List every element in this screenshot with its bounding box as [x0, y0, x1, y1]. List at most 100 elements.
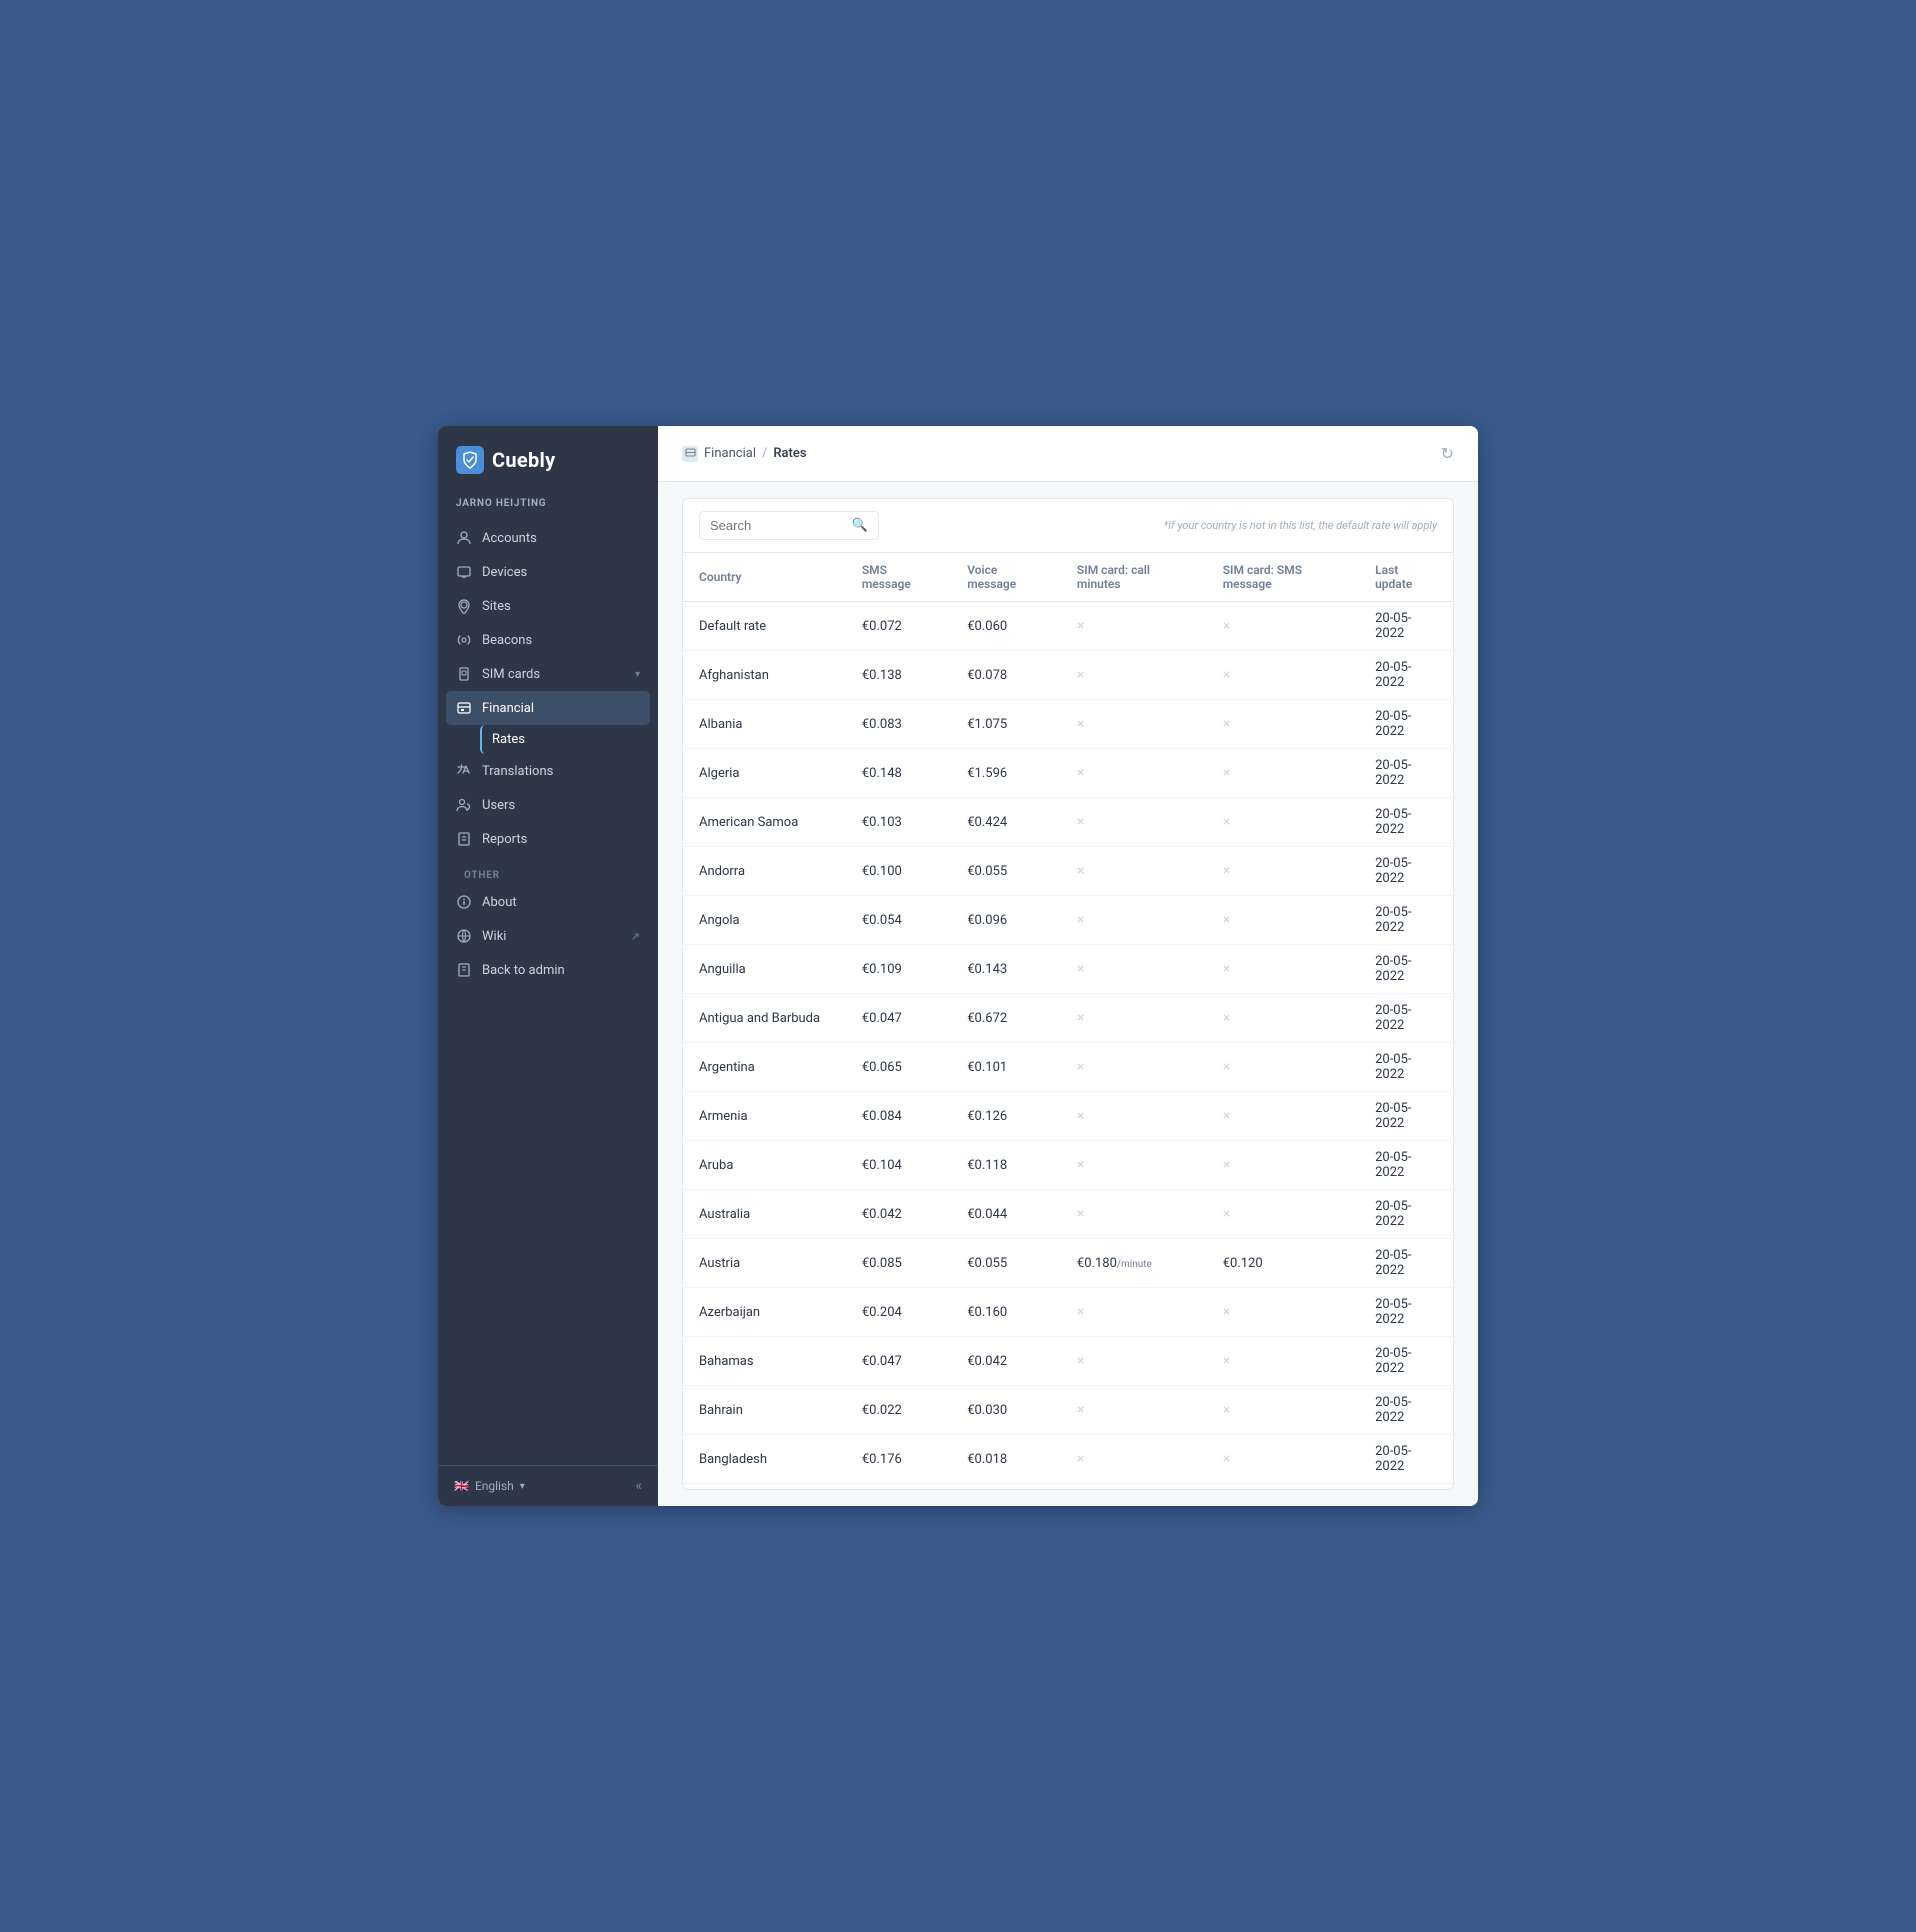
cell-sim-call: ×	[1061, 1288, 1207, 1337]
sidebar-item-back-to-admin-label: Back to admin	[482, 963, 640, 978]
sim-sms-x: ×	[1223, 716, 1230, 732]
cell-sim-sms: ×	[1207, 1386, 1359, 1435]
sidebar-item-wiki[interactable]: Wiki ↗	[446, 919, 650, 953]
cell-sms: €0.072	[846, 602, 951, 651]
sim-call-x: ×	[1077, 961, 1084, 977]
search-box[interactable]: 🔍	[699, 511, 879, 540]
cell-sim-call: ×	[1061, 1435, 1207, 1484]
breadcrumb: Financial / Rates	[682, 446, 807, 462]
table-row: Afghanistan €0.138 €0.078 × × 20-05-2022	[683, 651, 1453, 700]
cell-voice: €0.160	[951, 1288, 1061, 1337]
cell-sms: €0.084	[846, 1092, 951, 1141]
table-row: Anguilla €0.109 €0.143 × × 20-05-2022	[683, 945, 1453, 994]
table-row: American Samoa €0.103 €0.424 × × 20-05-2…	[683, 798, 1453, 847]
rates-table-wrap[interactable]: Country SMS message Voice message SIM ca…	[683, 553, 1453, 1489]
sidebar-item-devices[interactable]: Devices	[446, 555, 650, 589]
sim-call-x: ×	[1077, 716, 1084, 732]
cell-voice: €0.672	[951, 994, 1061, 1043]
cell-sim-call: ×	[1061, 651, 1207, 700]
col-updated: Last update	[1359, 553, 1453, 602]
sidebar-item-financial[interactable]: Financial	[446, 691, 650, 725]
cell-sms: €0.047	[846, 994, 951, 1043]
language-selector[interactable]: 🇬🇧 English ▾	[454, 1479, 525, 1493]
sidebar-item-accounts[interactable]: Accounts	[446, 521, 650, 555]
sidebar-item-translations[interactable]: Translations	[446, 754, 650, 788]
cell-sim-sms: ×	[1207, 1141, 1359, 1190]
sim-call-x: ×	[1077, 618, 1084, 634]
cell-sim-sms: ×	[1207, 602, 1359, 651]
cell-voice: €1.596	[951, 749, 1061, 798]
cell-voice: €0.055	[951, 1239, 1061, 1288]
cell-sms: €0.042	[846, 1190, 951, 1239]
cell-country: Angola	[683, 896, 846, 945]
sim-call-x: ×	[1077, 912, 1084, 928]
breadcrumb-icon	[682, 446, 698, 462]
cell-sms: €0.148	[846, 749, 951, 798]
refresh-button[interactable]: ↻	[1441, 444, 1454, 463]
sidebar-item-translations-label: Translations	[482, 764, 640, 779]
translations-icon	[456, 763, 472, 779]
col-country: Country	[683, 553, 846, 602]
cell-sim-call: ×	[1061, 602, 1207, 651]
cell-sim-sms: ×	[1207, 651, 1359, 700]
sidebar-item-sim-cards[interactable]: SIM cards ▾	[446, 657, 650, 691]
sidebar-item-about[interactable]: About	[446, 885, 650, 919]
search-input[interactable]	[710, 518, 844, 533]
cell-updated: 20-05-2022	[1359, 798, 1453, 847]
sim-sms-x: ×	[1223, 1059, 1230, 1075]
cell-sim-sms: ×	[1207, 1288, 1359, 1337]
cell-sim-sms: ×	[1207, 1043, 1359, 1092]
cell-updated: 20-05-2022	[1359, 847, 1453, 896]
cell-updated: 20-05-2022	[1359, 1239, 1453, 1288]
cell-updated: 20-05-2022	[1359, 994, 1453, 1043]
sim-sms-x: ×	[1223, 912, 1230, 928]
content-area: 🔍 *If your country is not in this list, …	[658, 482, 1478, 1506]
table-row: Andorra €0.100 €0.055 × × 20-05-2022	[683, 847, 1453, 896]
table-row: Armenia €0.084 €0.126 × × 20-05-2022	[683, 1092, 1453, 1141]
sidebar-footer: 🇬🇧 English ▾ «	[438, 1465, 658, 1506]
sidebar-item-rates[interactable]: Rates	[480, 725, 650, 754]
cell-country: Austria	[683, 1239, 846, 1288]
table-row: Bahrain €0.022 €0.030 × × 20-05-2022	[683, 1386, 1453, 1435]
sim-sms-x: ×	[1223, 667, 1230, 683]
table-header-row: Country SMS message Voice message SIM ca…	[683, 553, 1453, 602]
sim-sms-x: ×	[1223, 618, 1230, 634]
table-row: Australia €0.042 €0.044 × × 20-05-2022	[683, 1190, 1453, 1239]
wiki-icon	[456, 928, 472, 944]
sidebar-item-sites[interactable]: Sites	[446, 589, 650, 623]
cell-sim-sms: ×	[1207, 749, 1359, 798]
sim-cards-arrow: ▾	[635, 669, 640, 680]
sidebar-item-reports[interactable]: Reports	[446, 822, 650, 856]
sidebar-collapse-button[interactable]: «	[635, 1478, 642, 1494]
cell-country: Australia	[683, 1190, 846, 1239]
cell-sim-sms: ×	[1207, 1092, 1359, 1141]
cell-sms: €0.054	[846, 896, 951, 945]
cell-updated: 20-05-2022	[1359, 651, 1453, 700]
cell-voice: €0.101	[951, 1043, 1061, 1092]
table-row: Angola €0.054 €0.096 × × 20-05-2022	[683, 896, 1453, 945]
cell-country: Anguilla	[683, 945, 846, 994]
users-icon	[456, 797, 472, 813]
sidebar-item-beacons[interactable]: Beacons	[446, 623, 650, 657]
sidebar-item-back-to-admin[interactable]: Back to admin	[446, 953, 650, 987]
cell-sim-call: ×	[1061, 847, 1207, 896]
sidebar-item-sites-label: Sites	[482, 599, 640, 614]
cell-updated: 20-05-2022	[1359, 1141, 1453, 1190]
breadcrumb-financial[interactable]: Financial	[704, 446, 756, 461]
cell-country: Andorra	[683, 847, 846, 896]
cell-country: Barbados	[683, 1484, 846, 1490]
cell-sms: €0.204	[846, 1288, 951, 1337]
cell-sms: €0.103	[846, 798, 951, 847]
cell-sms: €0.065	[846, 1043, 951, 1092]
cell-updated: 20-05-2022	[1359, 602, 1453, 651]
table-row: Aruba €0.104 €0.118 × × 20-05-2022	[683, 1141, 1453, 1190]
sim-call-x: ×	[1077, 814, 1084, 830]
cell-voice: €0.126	[951, 1092, 1061, 1141]
sim-sms-x: ×	[1223, 1108, 1230, 1124]
cell-updated: 20-05-2022	[1359, 700, 1453, 749]
sidebar-item-users[interactable]: Users	[446, 788, 650, 822]
sim-call-x: ×	[1077, 1402, 1084, 1418]
table-row: Albania €0.083 €1.075 × × 20-05-2022	[683, 700, 1453, 749]
cell-updated: 20-05-2022	[1359, 1043, 1453, 1092]
sim-call-x: ×	[1077, 1157, 1084, 1173]
